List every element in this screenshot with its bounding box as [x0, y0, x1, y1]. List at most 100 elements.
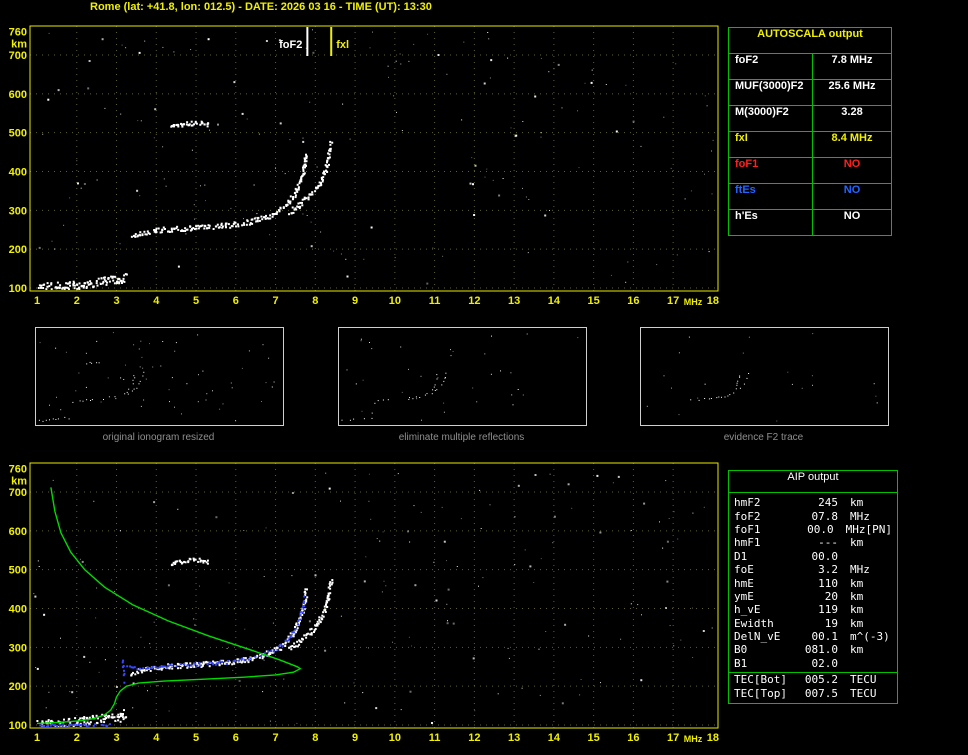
y-tick-200: 200 [9, 244, 27, 256]
x-tick-9: 9 [352, 295, 358, 307]
restored-trace-vertical [121, 659, 126, 684]
main-ionogram: foF2 fxl100200300400500600700760km1 2 3 4 5 6 7… [9, 25, 719, 307]
x-tick-4: 4 [153, 732, 160, 744]
autoscala-table-rows: foF2 7.8 MHz MUF(3000)F2 25.6 MHz M(3000)F2 3… [729, 54, 891, 235]
y-tick-600: 600 [9, 89, 27, 101]
x-tick-14: 14 [548, 295, 561, 307]
x-tick-1: 1 [34, 732, 40, 744]
aip-row-foF2: foF2 07.8 MHz [734, 509, 870, 523]
plot-content [37, 29, 714, 290]
grid [30, 463, 718, 728]
autoscala-row-foF2: foF2 7.8 MHz [729, 54, 891, 80]
autoscala-output-table: AUTOSCALA output foF2 7.8 MHz MUF(3000)F2 2… [728, 27, 892, 236]
aip-row-hmF1: hmF1 --- km [734, 536, 864, 550]
aip-output-table: AIP output hmF2 245 km foF2 07.8 MHz foF1 00.0 M… [728, 470, 898, 704]
autoscala-row-MUF(3000)F2: MUF(3000)F2 25.6 MHz [729, 80, 891, 106]
y-tick-200: 200 [9, 681, 27, 693]
x-axis-unit-label: MHz [684, 734, 703, 744]
x-tick-15: 15 [588, 295, 600, 307]
y-axis-unit-label: km [11, 39, 27, 51]
x-tick-13: 13 [508, 295, 520, 307]
x-tick-17: 17 [667, 295, 679, 307]
f-trace-extraordinary [288, 140, 334, 216]
x-axis-unit-label: MHz [684, 297, 703, 307]
x-tick-8: 8 [312, 295, 318, 307]
thumb-f_extraordinary [733, 373, 750, 394]
x-tick-13: 13 [508, 732, 520, 744]
x-tick-4: 4 [153, 295, 160, 307]
y-tick-100: 100 [9, 720, 27, 732]
y-tick-400: 400 [9, 604, 27, 616]
x-tick-9: 9 [352, 732, 358, 744]
e-region-trace [36, 709, 128, 727]
y-axis-unit-label: km [11, 476, 27, 488]
x-tick-12: 12 [468, 732, 480, 744]
x-tick-1: 1 [34, 295, 40, 307]
x-tick-10: 10 [389, 732, 401, 744]
electron-density-profile [36, 487, 302, 725]
thumb-f_extraordinary [431, 372, 447, 395]
x-tick-11: 11 [429, 732, 441, 744]
y-tick-100: 100 [9, 283, 27, 295]
thumb-f_extraordinary [127, 371, 145, 395]
aip-row-foF1: foF1 00.0 MHz [PN] [734, 522, 892, 536]
x-tick-12: 12 [468, 295, 480, 307]
x-tick-7: 7 [272, 732, 278, 744]
noise-speckle [38, 29, 714, 285]
y-tick-300: 300 [9, 205, 27, 217]
x-tick-6: 6 [233, 732, 239, 744]
thumb-f_ordinary [374, 374, 438, 404]
aip-row-ymE: ymE 20 km [734, 589, 864, 603]
aip-row-hmF2: hmF2 245 km [734, 496, 864, 510]
thumbnail-caption-multiples: eliminate multiple reflections [398, 432, 525, 443]
autoscala-row-h'Es: h'Es NO [729, 210, 891, 235]
y-tick-300: 300 [9, 642, 27, 654]
y-tick-500: 500 [9, 565, 27, 577]
f-trace-ordinary [130, 153, 308, 238]
y-tick-700: 700 [9, 50, 27, 62]
y-tick-760: 760 [9, 27, 27, 39]
x-tick-3: 3 [113, 295, 119, 307]
f-trace-extraordinary [288, 579, 334, 651]
aip-row-B0: B0 081.0 km [734, 643, 864, 657]
second-hop-trace [170, 120, 210, 128]
aip-row-DelN_vE: DelN_vE 00.1 m^(-3) [734, 630, 890, 644]
autoscala-table-title: AUTOSCALA output [729, 28, 891, 54]
aip-row-B1: B1 02.0 [734, 656, 838, 670]
x-tick-5: 5 [193, 295, 199, 307]
second-hop-trace [170, 557, 209, 567]
x-tick-7: 7 [272, 295, 278, 307]
thumbnail-caption-original: original ionogram resized [102, 432, 215, 443]
thumb-f_ordinary [690, 375, 741, 401]
thumbnail-multiple-reflections-removed [338, 327, 587, 426]
plot-border [29, 462, 719, 729]
x-tick-2: 2 [74, 732, 80, 744]
thumbnail-original-ionogram [35, 327, 284, 426]
autoscala-row-M(3000)F2: M(3000)F2 3.28 [729, 106, 891, 132]
autoscala-screen: Rome (lat: +41.8, lon: 012.5) - DATE: 20… [0, 0, 968, 755]
thumbnail-caption-f2trace: evidence F2 trace [723, 432, 804, 443]
x-tick-6: 6 [233, 295, 239, 307]
x-tick-14: 14 [548, 732, 561, 744]
thumb-second_hop [86, 361, 100, 365]
aip-table-title: AIP output [729, 471, 897, 493]
x-tick-8: 8 [312, 732, 318, 744]
plot-border [29, 25, 719, 292]
aip-row-foE: foE 3.2 MHz [734, 563, 870, 577]
axis-labels: 100200300400500600700760km1 2 3 4 5 6 7 8 9 10 11 1… [9, 27, 719, 307]
e-region-trace [37, 273, 128, 290]
x-tick-15: 15 [588, 732, 600, 744]
grid [30, 26, 718, 291]
x-tick-11: 11 [429, 295, 441, 307]
aip-row-Ewidth: Ewidth 19 km [734, 616, 864, 630]
thumb-f_ordinary [72, 375, 136, 403]
y-tick-700: 700 [9, 487, 27, 499]
x-tick-18: 18 [707, 295, 719, 307]
x-tick-17: 17 [667, 732, 679, 744]
x-tick-5: 5 [193, 732, 199, 744]
thumb-e_region [341, 417, 373, 421]
aip-row-D1: D1 00.0 [734, 549, 838, 563]
x-tick-18: 18 [707, 732, 719, 744]
x-tick-16: 16 [627, 732, 639, 744]
aip-table-rows: hmF2 245 km foF2 07.8 MHz foF1 00.0 MHz [PN] hmF1-… [729, 496, 897, 700]
